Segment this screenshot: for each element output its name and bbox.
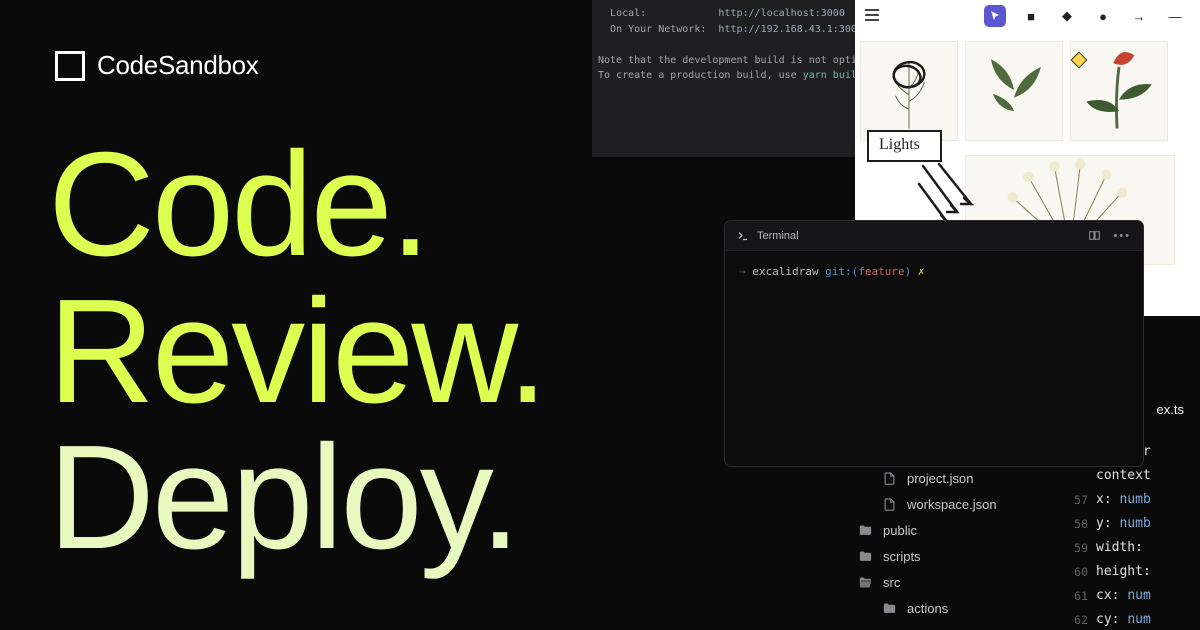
- note-line-1: Note that the development build is not o…: [598, 53, 843, 69]
- prompt-branch: feature: [858, 265, 904, 278]
- tool-arrow-icon[interactable]: →: [1128, 5, 1150, 27]
- hero-word-deploy: Deploy.: [48, 425, 545, 572]
- file-tree[interactable]: project.json workspace.json public scripts s…: [838, 454, 1058, 621]
- devserver-local-row: Local: http://localhost:3000: [598, 6, 843, 22]
- network-url: http://192.168.43.1:3000: [718, 24, 855, 35]
- code-line[interactable]: width:: [1096, 536, 1151, 560]
- file-tree-item[interactable]: project.json: [838, 465, 1058, 491]
- note-line-2: To create a production build, use yarn b…: [598, 68, 843, 84]
- more-icon[interactable]: •••: [1113, 230, 1131, 242]
- file-icon: [882, 471, 897, 486]
- canvas-toolbar: ■ ◆ ● → —: [984, 5, 1186, 27]
- code-line[interactable]: y: numb: [1096, 512, 1151, 536]
- line-number: 60: [1062, 560, 1096, 584]
- split-icon[interactable]: [1088, 229, 1101, 242]
- local-url: http://localhost:3000: [718, 8, 844, 19]
- file-icon: [882, 497, 897, 512]
- canvas-thumb[interactable]: [860, 41, 958, 141]
- hero-word-code: Code.: [48, 132, 545, 279]
- code-line[interactable]: x: numb: [1096, 488, 1151, 512]
- tool-diamond-icon[interactable]: ◆: [1056, 5, 1078, 27]
- file-tree-label: src: [883, 575, 900, 590]
- hero-word-review: Review.: [48, 279, 545, 426]
- file-tree-label: workspace.json: [907, 497, 997, 512]
- prompt-git: git:(: [825, 265, 858, 278]
- file-tree-item[interactable]: scripts: [838, 543, 1058, 569]
- devserver-panel: Local: http://localhost:3000 On Your Net…: [592, 0, 855, 157]
- code-line[interactable]: context: [1096, 464, 1151, 488]
- file-tree-item[interactable]: public: [838, 517, 1058, 543]
- canvas-thumb[interactable]: [1070, 41, 1168, 141]
- file-tree-item[interactable]: workspace.json: [838, 491, 1058, 517]
- file-tree-label: project.json: [907, 471, 973, 486]
- tool-square-icon[interactable]: ■: [1020, 5, 1042, 27]
- terminal-icon: [737, 230, 749, 242]
- file-tree-label: public: [883, 523, 917, 538]
- file-tree-label: actions: [907, 601, 948, 616]
- blank-row: [598, 37, 843, 53]
- line-number: 62: [1062, 608, 1096, 630]
- terminal-header: Terminal •••: [725, 221, 1143, 251]
- line-number: [1062, 464, 1096, 488]
- code-line[interactable]: height:: [1096, 560, 1151, 584]
- editor-tab[interactable]: ex.ts: [1151, 388, 1200, 430]
- hamburger-icon[interactable]: [865, 9, 879, 21]
- logo-square-icon: [55, 51, 85, 81]
- line-number: 61: [1062, 584, 1096, 608]
- terminal-panel[interactable]: Terminal ••• → excalidraw git:(feature) …: [724, 220, 1144, 467]
- tool-line-icon[interactable]: —: [1164, 5, 1186, 27]
- code-line[interactable]: cy: num: [1096, 608, 1151, 630]
- local-label: Local:: [610, 8, 646, 19]
- devserver-network-row: On Your Network: http://192.168.43.1:300…: [598, 22, 843, 38]
- terminal-title: Terminal: [757, 230, 799, 242]
- tool-circle-icon[interactable]: ●: [1092, 5, 1114, 27]
- line-number: 58: [1062, 512, 1096, 536]
- folder-icon: [858, 549, 873, 564]
- brand-logo: CodeSandbox: [55, 50, 259, 81]
- line-number: 57: [1062, 488, 1096, 512]
- canvas-label-lights[interactable]: Lights: [867, 130, 942, 162]
- folder-icon: [858, 523, 873, 538]
- folder-icon: [858, 575, 873, 590]
- file-tree-label: scripts: [883, 549, 921, 564]
- file-tree-item[interactable]: src: [838, 569, 1058, 595]
- brand-name: CodeSandbox: [97, 50, 259, 81]
- tool-cursor-icon[interactable]: [984, 5, 1006, 27]
- hero-headline: Code. Review. Deploy.: [48, 132, 545, 572]
- network-label: On Your Network:: [610, 24, 706, 35]
- prompt-dirty-icon: ✗: [918, 265, 925, 278]
- file-tree-item[interactable]: actions: [838, 595, 1058, 621]
- terminal-body[interactable]: → excalidraw git:(feature) ✗: [725, 251, 1143, 292]
- prompt-arrow: →: [739, 265, 746, 278]
- prompt-dir: excalidraw: [752, 265, 818, 278]
- line-number: 59: [1062, 536, 1096, 560]
- canvas-thumb[interactable]: [965, 41, 1063, 141]
- code-line[interactable]: cx: num: [1096, 584, 1151, 608]
- yarn-build-cmd: yarn build: [803, 70, 855, 81]
- folder-icon: [882, 601, 897, 616]
